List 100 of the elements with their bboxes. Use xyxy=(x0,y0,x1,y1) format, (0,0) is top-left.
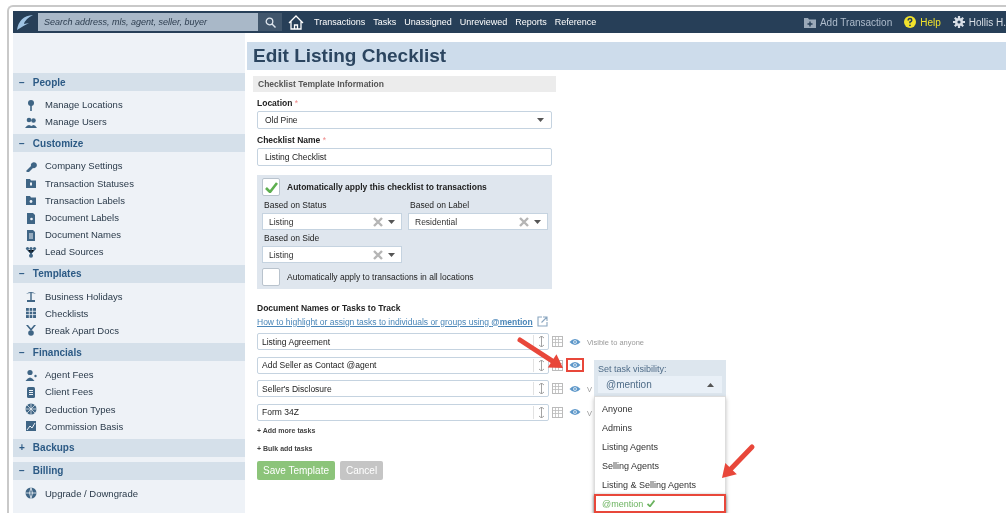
dropdown-option[interactable]: Listing Agents xyxy=(594,437,726,456)
select-field[interactable]: Residential xyxy=(408,213,548,230)
task-field[interactable]: Form 34Z xyxy=(257,403,549,421)
toggle-icon: − xyxy=(19,76,25,88)
add-transaction-link[interactable]: Add Transaction xyxy=(819,16,893,28)
section-title: Templates xyxy=(32,268,82,279)
drag-handle-icon[interactable] xyxy=(538,406,544,418)
annotation-arrow xyxy=(517,337,563,368)
nav-link[interactable]: Tasks xyxy=(369,17,401,27)
help-icon[interactable] xyxy=(904,16,917,28)
clear-icon[interactable] xyxy=(519,216,529,227)
sidebar-item[interactable]: Document Names xyxy=(45,229,122,241)
sidebar-item[interactable]: Business Holidays xyxy=(45,290,123,302)
search-field[interactable]: Search address, mls, agent, seller, buyer xyxy=(38,13,258,31)
grid-icon[interactable] xyxy=(552,406,563,418)
users-icon xyxy=(25,115,37,128)
sidebar-section-header[interactable]: − Financials xyxy=(13,343,245,362)
toggle-icon: + xyxy=(19,442,25,454)
sidebar-item[interactable]: Transaction Statuses xyxy=(45,177,134,189)
checkbox-label: Automatically apply this checklist to transactions xyxy=(287,182,487,192)
help-link[interactable]: How to highlight or assign tasks to individuals or groups using @mention xyxy=(257,316,533,327)
location-select[interactable]: Old Pine xyxy=(257,111,552,129)
field-label: Location * xyxy=(257,98,300,108)
sidebar-item[interactable]: Manage Users xyxy=(45,116,107,128)
sidebar-item[interactable]: Commission Basis xyxy=(45,420,124,432)
section-title: People xyxy=(32,76,66,88)
field-label: Checklist Name * xyxy=(257,135,327,145)
sidebar-item[interactable]: Document Labels xyxy=(45,212,119,224)
sidebar-item[interactable]: Lead Sources xyxy=(45,246,104,258)
clear-icon[interactable] xyxy=(373,216,383,227)
grid-icon[interactable] xyxy=(552,383,563,394)
drag-handle-icon[interactable] xyxy=(538,383,544,394)
section-heading: Document Names or Tasks to Track xyxy=(257,303,402,313)
sidebar-item[interactable]: Transaction Labels xyxy=(45,194,125,206)
home-icon[interactable] xyxy=(288,14,304,30)
sidebar-item[interactable]: Deduction Types xyxy=(45,403,116,415)
checklist-name-field[interactable]: Listing Checklist xyxy=(257,148,552,166)
required-mark: * xyxy=(294,98,299,108)
task-field[interactable]: Seller's Disclosure xyxy=(257,380,549,397)
search-button[interactable] xyxy=(258,13,282,31)
settings-icon[interactable] xyxy=(952,16,965,28)
field-label: Based on Side xyxy=(264,233,321,243)
grid-icon[interactable] xyxy=(552,359,563,371)
logo-icon[interactable] xyxy=(15,12,35,32)
pin-icon xyxy=(25,98,37,111)
nav-link[interactable]: Reports xyxy=(511,17,551,27)
caret-icon xyxy=(537,118,544,122)
external-link-icon[interactable] xyxy=(536,316,548,327)
task-field[interactable]: Listing Agreement xyxy=(257,333,549,350)
sidebar-section-header[interactable]: − Billing xyxy=(13,461,245,480)
sidebar-item[interactable]: Company Settings xyxy=(45,160,123,172)
dropdown-option[interactable]: Admins xyxy=(594,418,726,437)
caret-icon xyxy=(388,219,395,224)
section-header: Checklist Template Information xyxy=(253,76,556,92)
page-title: Edit Listing Checklist xyxy=(253,45,447,67)
user-menu[interactable]: Hollis H. xyxy=(968,16,1006,28)
sidebar-item[interactable]: Break Apart Docs xyxy=(45,324,119,336)
checkbox[interactable] xyxy=(262,268,280,286)
sidebar-section-header[interactable]: + Backups xyxy=(13,438,245,457)
dropdown-title: Set task visibility: xyxy=(598,364,668,374)
grid-icon[interactable] xyxy=(552,336,563,347)
toggle-icon: − xyxy=(19,268,25,279)
sidebar-section-header[interactable]: − People xyxy=(13,73,245,91)
dropdown-option[interactable]: Selling Agents xyxy=(594,456,726,475)
person-icon xyxy=(25,368,37,381)
sidebar-item[interactable]: Checklists xyxy=(45,307,89,319)
sidebar-section-header[interactable]: − Templates xyxy=(13,264,245,283)
task-field[interactable]: Add Seller as Contact @agent xyxy=(257,356,549,374)
sidebar-item[interactable]: Upgrade / Downgrade xyxy=(45,487,138,499)
caret-icon xyxy=(707,382,714,387)
nav-link[interactable]: Transactions xyxy=(310,17,370,27)
visibility-button[interactable] xyxy=(566,358,584,372)
nav-link[interactable]: Unassigned xyxy=(400,17,456,27)
select-field[interactable]: Listing xyxy=(262,213,402,230)
hierarchy-icon xyxy=(25,245,37,258)
required-mark: * xyxy=(322,135,326,145)
folder-plus-icon[interactable] xyxy=(803,16,816,28)
drag-handle-icon[interactable] xyxy=(538,359,544,371)
search-icon xyxy=(264,16,276,28)
dropdown-option[interactable]: Anyone xyxy=(594,399,726,418)
toggle-icon: − xyxy=(19,465,25,477)
sidebar-section-header[interactable]: − Customize xyxy=(13,134,245,153)
section-title: Backups xyxy=(32,442,75,454)
grid-icon xyxy=(25,307,37,320)
globe-icon xyxy=(25,487,37,500)
visibility-select[interactable]: @mention xyxy=(598,376,722,393)
sidebar-item[interactable]: Agent Fees xyxy=(45,369,94,381)
toggle-icon: − xyxy=(19,137,25,149)
nav-link[interactable]: Reference xyxy=(550,17,601,27)
sidebar-item[interactable]: Manage Locations xyxy=(45,99,123,111)
checkbox[interactable] xyxy=(262,178,280,196)
select-field[interactable]: Listing xyxy=(262,246,402,263)
sidebar-item[interactable]: Client Fees xyxy=(45,386,94,398)
help-link[interactable]: Help xyxy=(920,16,941,28)
nav-link[interactable]: Unreviewed xyxy=(455,17,512,27)
folder-icon xyxy=(25,177,37,190)
dropdown-option[interactable]: Listing & Selling Agents xyxy=(594,475,726,494)
drag-handle-icon[interactable] xyxy=(538,336,544,347)
toggle-icon: − xyxy=(19,346,25,358)
clear-icon[interactable] xyxy=(373,249,383,260)
